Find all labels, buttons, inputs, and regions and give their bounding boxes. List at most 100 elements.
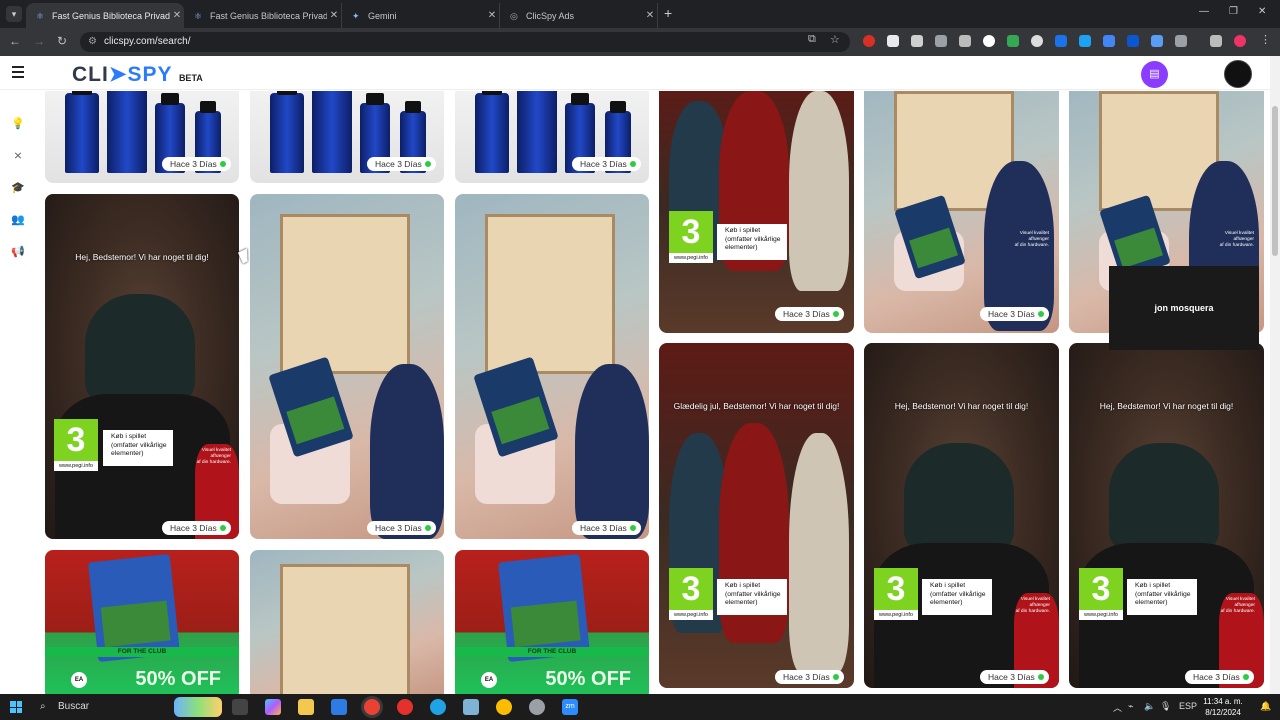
hardware-note: Visuel kvalitet afhænger af din hardware. (1205, 597, 1255, 615)
close-window-button[interactable]: ✕ (1258, 6, 1266, 17)
notepad-icon[interactable] (463, 699, 479, 715)
ad-card[interactable]: Hace 3 Días (250, 91, 444, 183)
age-badge: Hace 3 Días (367, 157, 436, 171)
chat-button[interactable]: ▤ (1141, 61, 1168, 88)
copilot-icon[interactable] (265, 699, 281, 715)
extension-icon[interactable] (887, 35, 899, 47)
install-app-icon[interactable]: ⧉ (808, 33, 816, 46)
vscode-icon[interactable] (331, 699, 347, 715)
age-badge-text: Hace 3 Días (783, 672, 830, 682)
sidebar: 💡 ⨯ 🎓 👥 📢 (0, 91, 36, 694)
browser-tab-3[interactable]: ✦ Gemini ✕ (342, 3, 500, 28)
puzzle-icon[interactable] (1175, 35, 1187, 47)
ad-card[interactable]: Hace 3 Días (455, 91, 649, 183)
app-icon[interactable] (529, 699, 545, 715)
address-bar[interactable]: ⚙ clicspy.com/search/ (80, 32, 850, 52)
chrome-icon[interactable] (364, 699, 380, 715)
zoom-icon[interactable]: zm (562, 699, 578, 715)
extension-icon[interactable] (911, 35, 923, 47)
site-info-icon[interactable]: ⚙ (88, 32, 97, 52)
ad-card[interactable]: Visuel kvalitet afhænger af din hardware. … (864, 91, 1059, 333)
ad-card[interactable]: 3 www.pegi.info Køb i spillet (omfatter vi… (659, 91, 854, 333)
age-badge-text: Hace 3 Días (580, 159, 627, 169)
system-clock[interactable]: 11:34 a. m. 8/12/2024 (1200, 696, 1246, 718)
opera-icon[interactable] (397, 699, 413, 715)
more-menu-icon[interactable]: ⋮ (1260, 33, 1271, 46)
back-arrow-icon[interactable]: ← (9, 35, 21, 47)
restore-button[interactable]: ❐ (1229, 6, 1238, 17)
age-badge: Hace 3 Días (162, 157, 231, 171)
close-icon[interactable]: ✕ (643, 10, 657, 21)
edge-icon[interactable] (430, 699, 446, 715)
forward-arrow-icon[interactable]: → (33, 35, 45, 47)
extension-icon[interactable] (1127, 35, 1139, 47)
pegi-number: 3 (886, 570, 906, 608)
clicspy-logo[interactable]: CLI➤SPY BETA (72, 62, 203, 87)
extension-icon[interactable] (1031, 35, 1043, 47)
minimize-button[interactable]: — (1199, 6, 1209, 17)
search-highlight-image[interactable] (174, 697, 222, 717)
extension-icon[interactable] (1079, 35, 1091, 47)
graduation-cap-icon[interactable]: 🎓 (11, 181, 25, 195)
filter-icon[interactable]: ⨯ (11, 149, 25, 163)
lightbulb-icon[interactable]: 💡 (11, 117, 25, 131)
users-icon[interactable]: 👥 (11, 213, 25, 227)
extension-icon[interactable] (1151, 35, 1163, 47)
ad-card[interactable]: Hace 3 Días (250, 194, 444, 539)
ad-card[interactable]: Hej, Bedstemor! Vi har noget til dig! 3 w… (45, 194, 239, 539)
reading-list-icon[interactable] (1210, 35, 1222, 47)
extension-icon[interactable] (1055, 35, 1067, 47)
language-indicator[interactable]: ESP (1179, 701, 1197, 711)
reload-icon[interactable]: ↻ (57, 35, 67, 47)
record-extension-icon[interactable] (863, 35, 875, 47)
age-badge-text: Hace 3 Días (375, 523, 422, 533)
purchase-notice: Køb i spillet (omfatter vilkårlige element… (103, 430, 173, 466)
volume-icon[interactable]: 🔈 (1144, 701, 1155, 712)
notice-line: Køb i spillet (725, 582, 761, 589)
new-tab-button[interactable]: + (664, 6, 672, 20)
user-avatar[interactable] (1224, 60, 1252, 88)
network-icon[interactable]: ⌁ (1128, 701, 1133, 712)
extension-icon[interactable] (935, 35, 947, 47)
notice-line: (omfatter vilkårlige (111, 441, 167, 449)
ad-card[interactable]: Hej, Bedstemor! Vi har noget til dig! 3 w… (1069, 343, 1264, 688)
chat-icon: ▤ (1149, 68, 1160, 80)
close-icon[interactable]: ✕ (327, 10, 341, 21)
notification-bell-icon[interactable]: 🔔 (1260, 701, 1271, 712)
close-icon[interactable]: ✕ (485, 10, 499, 21)
extension-icon[interactable] (959, 35, 971, 47)
note-line: af din hardware. (1219, 243, 1254, 248)
extension-icon[interactable] (1007, 35, 1019, 47)
chrome-icon[interactable] (496, 699, 512, 715)
ad-card[interactable]: Hace 3 Días (45, 91, 239, 183)
tab-title: ClicSpy Ads (526, 10, 575, 21)
browser-tab-1[interactable]: ⚛ Fast Genius Biblioteca Privada ✕ (26, 3, 184, 28)
ad-card[interactable]: Hej, Bedstemor! Vi har noget til dig! 3 w… (864, 343, 1059, 688)
page-scrollbar[interactable] (1270, 56, 1280, 694)
ad-card[interactable]: Glædelig jul, Bedstemor! Vi har noget ti… (659, 343, 854, 688)
windows-start-icon[interactable] (10, 701, 22, 713)
ad-caption: Hej, Bedstemor! Vi har noget til dig! (1099, 401, 1234, 411)
megaphone-icon[interactable]: 📢 (11, 245, 25, 259)
tray-chevron-icon[interactable]: ︿ (1113, 701, 1122, 714)
close-icon[interactable]: ✕ (170, 10, 184, 21)
tab-search-button[interactable]: ▾ (6, 6, 22, 22)
download-icon[interactable] (1103, 35, 1115, 47)
bookmark-star-icon[interactable]: ☆ (830, 33, 840, 46)
profile-icon[interactable] (1234, 35, 1246, 47)
ad-card[interactable]: Hace 3 Días (455, 194, 649, 539)
ad-card[interactable] (250, 550, 444, 694)
extension-icon[interactable] (983, 35, 995, 47)
age-badge-text: Hace 3 Días (580, 523, 627, 533)
ad-card[interactable]: FOR THE CLUB EA 50% OFF (455, 550, 649, 694)
pegi-site: www.pegi.info (669, 610, 713, 620)
task-view-icon[interactable] (232, 699, 248, 715)
file-explorer-icon[interactable] (298, 699, 314, 715)
ad-card[interactable]: FOR THE CLUB EA 50% OFF (45, 550, 239, 694)
microphone-icon[interactable]: 🎙 (1160, 701, 1171, 712)
browser-tab-4[interactable]: ◎ ClicSpy Ads ✕ (500, 3, 658, 28)
scrollbar-thumb[interactable] (1272, 106, 1278, 256)
purchase-notice: Køb i spillet (omfatter vilkårlige element… (1127, 579, 1197, 615)
menu-icon[interactable] (12, 66, 24, 81)
browser-tab-2[interactable]: ⚛ Fast Genius Biblioteca Privada ✕ (184, 3, 342, 28)
